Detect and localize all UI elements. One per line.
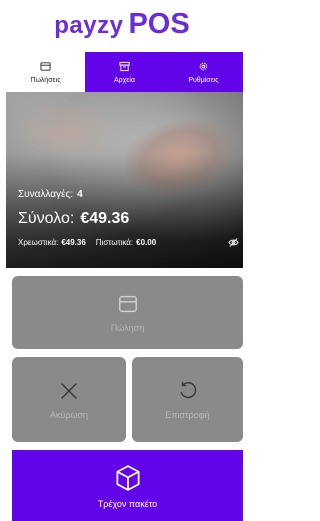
total-value: €49.36 <box>80 210 130 227</box>
tab-archives-label: Αρχεία <box>113 76 136 84</box>
sale-button[interactable]: Πώληση <box>12 276 243 349</box>
tab-sales[interactable]: Πωλήσεις <box>6 52 85 92</box>
close-icon <box>61 382 77 399</box>
cancel-button-label: Ακύρωση <box>49 409 89 420</box>
tab-settings-label: Ρυθμίσεις <box>188 76 219 84</box>
logo-brand-text: payzy <box>54 12 124 39</box>
card-icon <box>40 61 51 71</box>
sale-button-label: Πώληση <box>110 322 145 333</box>
transactions-row: Συναλλαγές: 4 <box>18 189 83 200</box>
debit-label: Χρεωστικά: <box>18 238 59 247</box>
logo-pos-text: POS <box>128 8 190 40</box>
tab-settings[interactable]: Ρυθμίσεις <box>164 52 243 92</box>
total-label: Σύνολο: <box>18 210 75 227</box>
cancel-button[interactable]: Ακύρωση <box>12 357 126 442</box>
credit-value: €0.00 <box>136 238 157 247</box>
tab-sales-label: Πωλήσεις <box>30 76 61 84</box>
refund-button[interactable]: Επιστροφή <box>132 357 243 442</box>
tab-archives[interactable]: Αρχεία <box>85 52 164 92</box>
archive-icon <box>119 61 130 71</box>
transactions-value: 4 <box>77 189 83 200</box>
gear-icon <box>199 62 208 70</box>
card-icon <box>118 295 137 312</box>
refund-button-label: Επιστροφή <box>165 409 210 420</box>
app-logo: payzy POS <box>0 8 244 48</box>
sales-summary-card: Συναλλαγές: 4 Σύνολο: €49.36 Χρεωστικά: €49… <box>6 92 243 268</box>
tab-bar: Πωλήσεις Αρχεία Ρυθμίσεις <box>6 52 243 92</box>
undo-icon <box>179 381 196 398</box>
transactions-label: Συναλλαγές: <box>18 189 74 200</box>
current-package-button[interactable]: Τρέχον πακέτο <box>12 450 243 521</box>
package-box-icon <box>116 464 139 491</box>
total-row: Σύνολο: €49.36 <box>18 210 129 228</box>
current-package-label: Τρέχον πακέτο <box>97 498 158 509</box>
debit-value: €49.36 <box>61 238 86 247</box>
debit-credit-row: Χρεωστικά: €49.36 Πιστωτικά: €0.00 <box>18 238 156 247</box>
credit-label: Πιστωτικά: <box>95 238 134 247</box>
eye-off-icon[interactable] <box>228 237 239 248</box>
